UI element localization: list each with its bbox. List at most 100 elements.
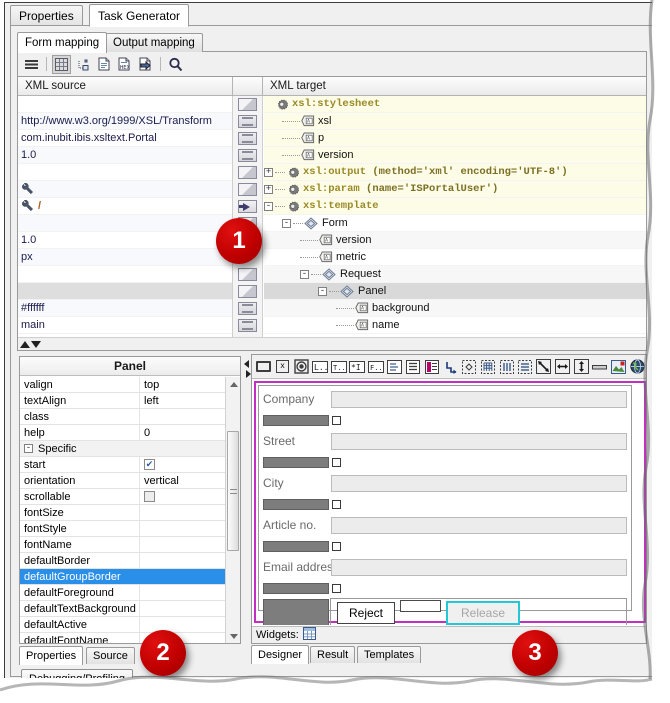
tab-form-mapping[interactable]: Form mapping bbox=[17, 32, 107, 53]
property-value-cell[interactable] bbox=[140, 553, 225, 568]
grid-layout-tool-icon[interactable] bbox=[479, 357, 497, 376]
xml-target-row[interactable]: Ap bbox=[264, 130, 646, 147]
form-checkbox[interactable] bbox=[332, 542, 341, 551]
xml-source-row[interactable]: main bbox=[18, 317, 232, 334]
connector-row[interactable] bbox=[233, 198, 262, 215]
properties-row[interactable]: scrollable bbox=[20, 489, 225, 505]
xml-source-row[interactable] bbox=[18, 215, 232, 232]
tab-task-generator[interactable]: Task Generator bbox=[89, 4, 189, 27]
tab-properties-bottom[interactable]: Properties bbox=[19, 646, 83, 665]
property-value-cell[interactable]: 0 bbox=[140, 425, 225, 440]
connector-row[interactable] bbox=[233, 181, 262, 198]
properties-row[interactable]: textAlignleft bbox=[20, 393, 225, 409]
mapping-horizontal-scrollbar[interactable] bbox=[18, 337, 646, 350]
tree-expander-minus-icon[interactable]: - bbox=[318, 287, 327, 296]
connector-row[interactable] bbox=[233, 266, 262, 283]
close-field-tool-icon[interactable]: x bbox=[274, 357, 292, 376]
connector-row[interactable] bbox=[233, 96, 262, 113]
xml-source-row[interactable] bbox=[18, 283, 232, 300]
properties-row[interactable]: help0 bbox=[20, 425, 225, 441]
properties-vertical-scrollbar[interactable] bbox=[225, 377, 240, 643]
release-button[interactable]: Release bbox=[446, 601, 520, 625]
tree-view-icon[interactable] bbox=[73, 55, 92, 74]
document-icon[interactable] bbox=[94, 55, 113, 74]
connector-plain-icon[interactable] bbox=[238, 98, 257, 111]
connector-row[interactable] bbox=[233, 147, 262, 164]
form-checkbox[interactable] bbox=[332, 584, 341, 593]
connector-row[interactable] bbox=[233, 317, 262, 334]
xml-source-row[interactable]: 1.0 bbox=[18, 147, 232, 164]
properties-row[interactable]: defaultForeground bbox=[20, 585, 225, 601]
xml-source-row[interactable]: http://www.w3.org/1999/XSL/Transform bbox=[18, 113, 232, 130]
property-value-cell[interactable] bbox=[140, 585, 225, 600]
connector-lines-icon[interactable] bbox=[238, 115, 257, 128]
tab-properties[interactable]: Properties bbox=[10, 5, 83, 26]
xml-source-row[interactable] bbox=[18, 164, 232, 181]
select-region-tool-icon[interactable] bbox=[460, 357, 478, 376]
label-tool-icon[interactable]: L.. bbox=[311, 357, 329, 376]
connector-plain-icon[interactable] bbox=[238, 268, 257, 281]
table-tool-icon[interactable] bbox=[423, 357, 441, 376]
property-checkbox-unchecked[interactable] bbox=[144, 491, 155, 502]
form-checkbox[interactable] bbox=[332, 416, 341, 425]
radio-tool-icon[interactable] bbox=[292, 357, 310, 376]
properties-row[interactable]: orientationvertical bbox=[20, 473, 225, 489]
connector-row[interactable] bbox=[233, 300, 262, 317]
tab-designer[interactable]: Designer bbox=[251, 645, 309, 664]
connector-pane[interactable] bbox=[233, 96, 263, 337]
form-field-row[interactable]: Company bbox=[259, 386, 631, 412]
grid-view-icon[interactable] bbox=[52, 55, 71, 74]
tab-result[interactable]: Result bbox=[310, 646, 355, 663]
xml-target-row[interactable]: Aversion bbox=[264, 147, 646, 164]
formula-tool-icon[interactable]: F.. bbox=[367, 357, 385, 376]
image-tool-icon[interactable] bbox=[610, 357, 628, 376]
tree-expander-plus-icon[interactable]: + bbox=[264, 168, 273, 177]
properties-row[interactable]: defaultActive bbox=[20, 617, 225, 633]
xml-target-row[interactable]: +xsl:param (name='ISPortalUser') bbox=[264, 181, 646, 198]
tree-expander-minus-icon[interactable]: - bbox=[24, 444, 33, 453]
text-tool-icon[interactable]: T... bbox=[330, 357, 348, 376]
globe-tool-icon[interactable] bbox=[628, 357, 646, 376]
resize-vertical-tool-icon[interactable] bbox=[572, 357, 590, 376]
xml-target-row[interactable]: xsl:stylesheet bbox=[264, 96, 646, 113]
properties-row[interactable]: fontStyle bbox=[20, 521, 225, 537]
connector-row[interactable] bbox=[233, 164, 262, 181]
xml-target-row[interactable]: Abackground bbox=[264, 300, 646, 317]
xml-source-row[interactable]: #ffffff bbox=[18, 300, 232, 317]
pointer-tool-icon[interactable] bbox=[442, 357, 460, 376]
scroll-arrows[interactable] bbox=[18, 341, 41, 348]
list-view-icon[interactable] bbox=[22, 55, 41, 74]
xml-source-row[interactable]: / bbox=[18, 198, 232, 215]
property-checkbox-checked[interactable] bbox=[144, 459, 155, 470]
xml-target-row[interactable]: -Form bbox=[264, 215, 646, 232]
property-value-cell[interactable] bbox=[140, 489, 225, 504]
properties-row[interactable]: fontName bbox=[20, 537, 225, 553]
xml-target-row[interactable]: Ametric bbox=[264, 249, 646, 266]
listbox-tool-icon[interactable] bbox=[386, 357, 404, 376]
property-value-cell[interactable] bbox=[140, 569, 225, 584]
tree-expander-minus-icon[interactable]: - bbox=[282, 219, 291, 228]
properties-scroll-down-button[interactable] bbox=[226, 629, 241, 643]
form-small-input[interactable] bbox=[400, 600, 441, 612]
tab-source[interactable]: Source bbox=[86, 647, 135, 664]
properties-group-row[interactable]: -Specific bbox=[20, 441, 225, 457]
row-layout-tool-icon[interactable] bbox=[516, 357, 534, 376]
form-field-input[interactable] bbox=[331, 559, 627, 576]
panel-tool-icon[interactable] bbox=[255, 357, 273, 376]
connector-lines-icon[interactable] bbox=[238, 302, 257, 315]
xml-target-row[interactable]: +xsl:output (method='xml' encoding='UTF-… bbox=[264, 164, 646, 181]
connector-lines-icon[interactable] bbox=[238, 132, 257, 145]
splitter-handle[interactable] bbox=[244, 358, 251, 384]
designer-canvas[interactable]: CompanyStreetCityArticle no.Email addres… bbox=[252, 380, 646, 625]
connector-arrow-icon[interactable] bbox=[238, 200, 257, 213]
password-tool-icon[interactable]: *I bbox=[348, 357, 366, 376]
property-value-cell[interactable] bbox=[140, 521, 225, 536]
form-checkbox[interactable] bbox=[332, 500, 341, 509]
xml-target-row[interactable]: -Request bbox=[264, 266, 646, 283]
xml-target-row[interactable]: -Panel bbox=[264, 283, 646, 300]
xml-source-row[interactable]: com.inubit.ibis.xsltext.Portal bbox=[18, 130, 232, 147]
scroll-up-icon[interactable] bbox=[20, 341, 30, 348]
xml-source-row[interactable]: 1.0 bbox=[18, 232, 232, 249]
connector-lines-icon[interactable] bbox=[238, 149, 257, 162]
column-layout-tool-icon[interactable] bbox=[498, 357, 516, 376]
